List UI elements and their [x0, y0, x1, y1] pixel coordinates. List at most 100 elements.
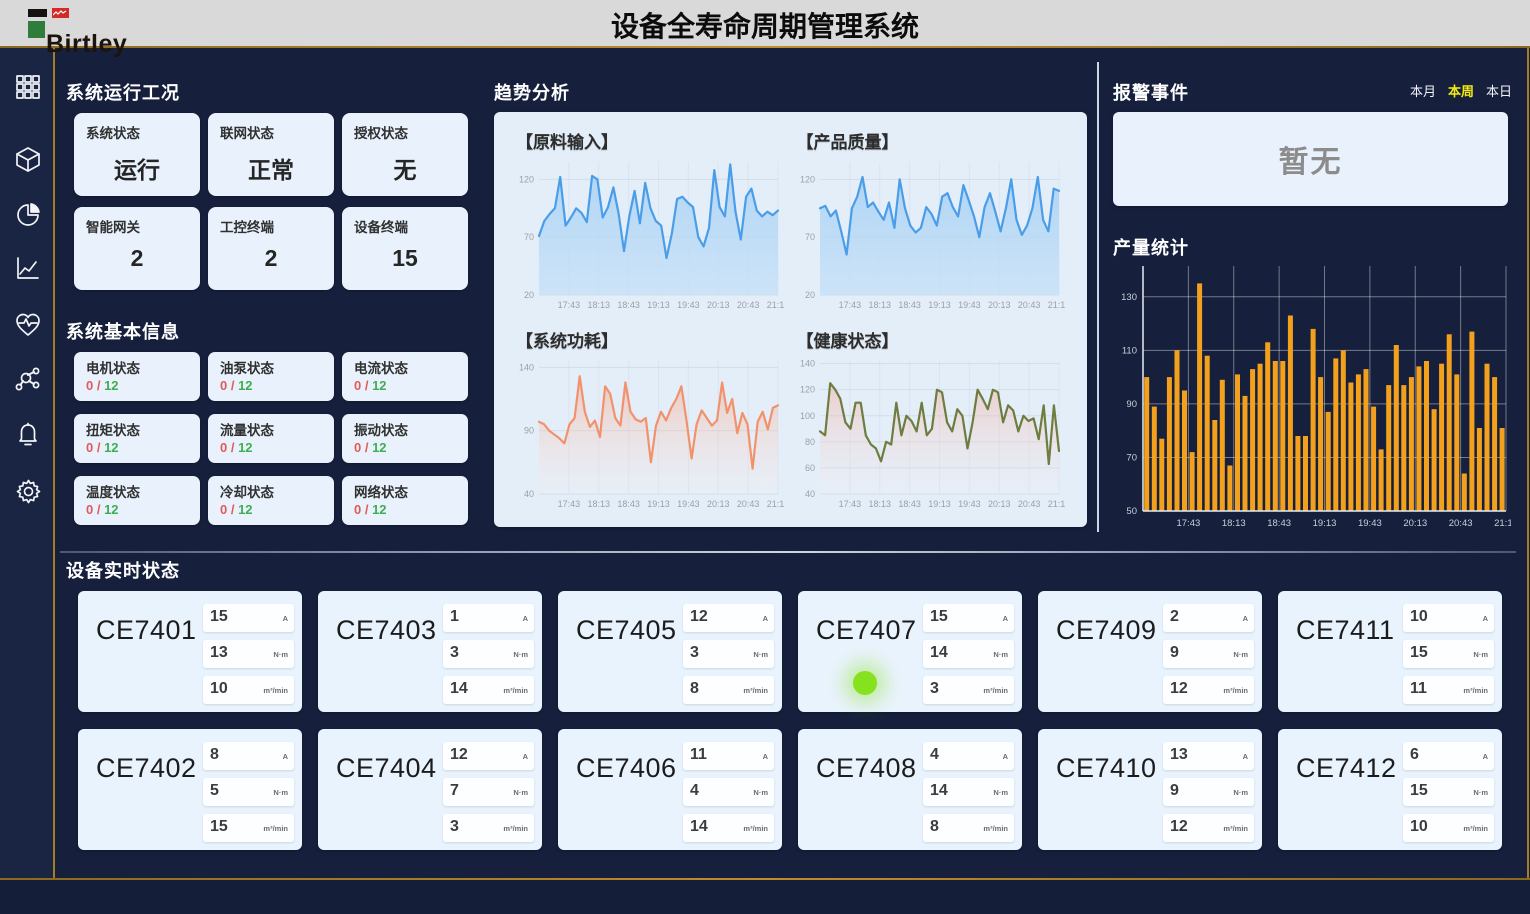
- device-card-CE7402[interactable]: CE74028A5N·m15m³/min: [78, 729, 302, 850]
- metric-unit: A: [523, 752, 528, 761]
- apps-menu-icon[interactable]: [13, 72, 43, 102]
- metric-value: 14: [930, 782, 948, 800]
- metric-unit: m³/min: [1463, 824, 1488, 833]
- device-card-CE7409[interactable]: CE74092A9N·m12m³/min: [1038, 591, 1262, 712]
- metric-unit: A: [283, 614, 288, 623]
- device-card-CE7404[interactable]: CE740412A7N·m3m³/min: [318, 729, 542, 850]
- svg-text:21:13: 21:13: [1047, 499, 1064, 509]
- device-card-CE7411[interactable]: CE741110A15N·m11m³/min: [1278, 591, 1502, 712]
- svg-text:50: 50: [1126, 506, 1137, 517]
- metric-value: 10: [210, 680, 228, 698]
- device-card-CE7412[interactable]: CE74126A15N·m10m³/min: [1278, 729, 1502, 850]
- info-card: 振动状态0 / 12: [342, 414, 468, 463]
- alarm-tab-本月[interactable]: 本月: [1410, 81, 1436, 100]
- device-card-CE7407[interactable]: CE740715A14N·m3m³/min: [798, 591, 1022, 712]
- model-cube-icon[interactable]: [13, 144, 43, 174]
- metric-value: 4: [930, 746, 939, 764]
- trend-chart-system-power: 【系统功耗】 140904017:4318:1318:4319:1319:432…: [512, 323, 793, 522]
- svg-text:18:43: 18:43: [898, 499, 921, 509]
- metric-unit: N·m: [273, 788, 288, 797]
- device-metric-row: 12A: [683, 604, 774, 632]
- alarm-tab-本日[interactable]: 本日: [1486, 81, 1512, 100]
- device-card-CE7406[interactable]: CE740611A4N·m14m³/min: [558, 729, 782, 850]
- topology-icon[interactable]: [13, 363, 43, 393]
- metric-unit: N·m: [1473, 650, 1488, 659]
- svg-text:19:13: 19:13: [647, 300, 670, 310]
- device-card-CE7401[interactable]: CE740115A13N·m10m³/min: [78, 591, 302, 712]
- metric-value: 1: [450, 608, 459, 626]
- status-card: 智能网关2: [74, 207, 200, 290]
- device-metric-row: 3N·m: [683, 640, 774, 668]
- metric-unit: m³/min: [743, 686, 768, 695]
- status-card: 授权状态无: [342, 113, 468, 196]
- alarm-tab-本周[interactable]: 本周: [1448, 81, 1474, 100]
- metric-value: 8: [930, 818, 939, 836]
- device-metric-row: 8A: [203, 742, 294, 770]
- metric-value: 4: [690, 782, 699, 800]
- svg-text:80: 80: [804, 436, 814, 446]
- svg-text:100: 100: [799, 410, 814, 420]
- device-name: CE7410: [1056, 753, 1157, 784]
- metric-unit: m³/min: [263, 686, 288, 695]
- chart-title: 【系统功耗】: [516, 327, 793, 352]
- info-card-label: 扭矩状态: [86, 419, 188, 439]
- svg-text:18:43: 18:43: [898, 300, 921, 310]
- svg-text:90: 90: [524, 425, 534, 435]
- section-title-system-info: 系统基本信息: [66, 318, 180, 344]
- section-title-production: 产量统计: [1113, 234, 1189, 260]
- svg-text:19:43: 19:43: [958, 300, 981, 310]
- svg-text:20:13: 20:13: [1403, 518, 1427, 529]
- metric-unit: N·m: [1473, 788, 1488, 797]
- metric-unit: m³/min: [983, 686, 1008, 695]
- health-status-chart: 14012010080604017:4318:1318:4319:1319:43…: [793, 354, 1065, 512]
- metric-unit: N·m: [1233, 788, 1248, 797]
- nav-sidebar: [0, 48, 53, 878]
- metric-unit: m³/min: [1223, 824, 1248, 833]
- device-metric-row: 2A: [1163, 604, 1254, 632]
- svg-text:18:13: 18:13: [587, 300, 610, 310]
- device-name: CE7401: [96, 615, 197, 646]
- trend-line-icon[interactable]: [13, 253, 43, 283]
- metric-value: 9: [1170, 644, 1179, 662]
- metric-unit: A: [1003, 614, 1008, 623]
- device-card-CE7410[interactable]: CE741013A9N·m12m³/min: [1038, 729, 1262, 850]
- device-name: CE7408: [816, 753, 917, 784]
- health-monitor-icon[interactable]: [13, 310, 43, 340]
- svg-text:70: 70: [524, 232, 534, 242]
- section-title-system-status: 系统运行工况: [66, 79, 180, 105]
- svg-text:20:43: 20:43: [737, 499, 760, 509]
- svg-text:19:43: 19:43: [1358, 518, 1382, 529]
- info-card-value: 0 / 12: [220, 378, 322, 393]
- device-card-CE7408[interactable]: CE74084A14N·m8m³/min: [798, 729, 1022, 850]
- info-card-label: 电机状态: [86, 357, 188, 377]
- info-card: 扭矩状态0 / 12: [74, 414, 200, 463]
- info-card-value: 0 / 12: [354, 502, 456, 517]
- status-card-label: 授权状态: [354, 122, 456, 142]
- metric-value: 15: [210, 608, 228, 626]
- device-metric-row: 15A: [923, 604, 1014, 632]
- device-metric-row: 12A: [443, 742, 534, 770]
- svg-text:17:43: 17:43: [558, 300, 581, 310]
- device-card-CE7405[interactable]: CE740512A3N·m8m³/min: [558, 591, 782, 712]
- device-metric-row: 15N·m: [1403, 640, 1494, 668]
- alarm-bell-icon[interactable]: [13, 420, 43, 450]
- pie-chart-icon[interactable]: [13, 200, 43, 230]
- gold-divider-bottom: [0, 878, 1530, 880]
- svg-text:17:43: 17:43: [558, 499, 581, 509]
- svg-text:17:43: 17:43: [838, 499, 861, 509]
- raw-input-chart: 120702017:4318:1318:4319:1319:4320:1320:…: [512, 155, 784, 313]
- svg-text:18:13: 18:13: [1222, 518, 1246, 529]
- metric-value: 15: [210, 818, 228, 836]
- metric-unit: N·m: [993, 788, 1008, 797]
- svg-text:20: 20: [524, 290, 534, 300]
- svg-text:90: 90: [1126, 399, 1137, 410]
- svg-text:18:13: 18:13: [587, 499, 610, 509]
- info-card: 电机状态0 / 12: [74, 352, 200, 401]
- device-metric-row: 10m³/min: [1403, 814, 1494, 842]
- settings-gear-icon[interactable]: [13, 476, 43, 506]
- svg-text:120: 120: [799, 174, 814, 184]
- device-metric-row: 1A: [443, 604, 534, 632]
- metric-unit: A: [1003, 752, 1008, 761]
- info-card-value: 0 / 12: [86, 378, 188, 393]
- device-card-CE7403[interactable]: CE74031A3N·m14m³/min: [318, 591, 542, 712]
